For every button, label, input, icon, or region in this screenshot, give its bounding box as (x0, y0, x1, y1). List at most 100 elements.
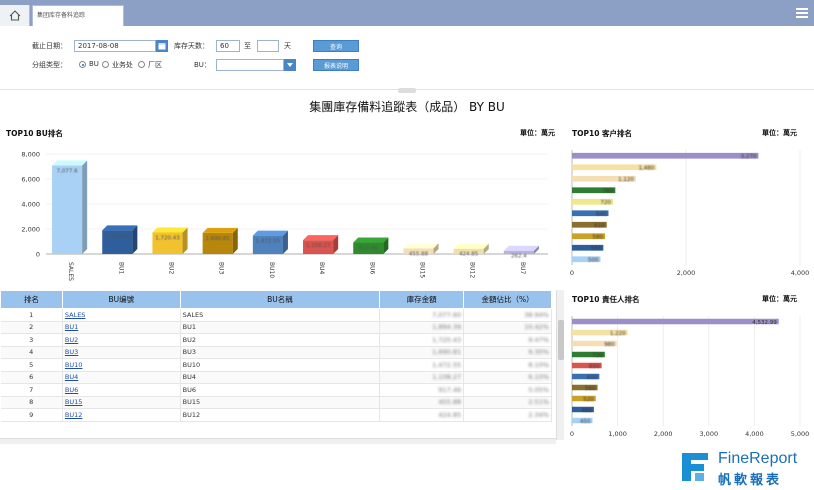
days-to-input[interactable] (257, 40, 279, 52)
bu-code-link[interactable]: BU6 (65, 386, 78, 394)
col-header-percent[interactable]: 金額佔比（%） (463, 290, 552, 309)
cell-bu-name: BU12 (180, 408, 381, 422)
bu-code-link[interactable]: BU4 (65, 373, 78, 381)
data-label: 610 (594, 223, 605, 229)
percent-value: 10.42% (524, 323, 549, 332)
cell-rank: 1 (0, 308, 63, 322)
data-label: 450 (580, 419, 591, 425)
col-header-amount[interactable]: 庫存金額 (379, 290, 465, 309)
table-row: 5 BU10 BU10 1,472.55 8.10% (0, 358, 552, 372)
customer-chart-title: TOP10 客户排名 (572, 129, 633, 138)
bu-chart-title: TOP10 BU排名 (6, 129, 63, 138)
bu-select-label: BU： (194, 61, 211, 69)
data-label: 1,480 (639, 166, 655, 172)
data-label: 1,120 (618, 177, 634, 183)
bar-sales (52, 165, 83, 254)
radio-factory-label: 厂区 (148, 61, 162, 69)
tab-inventory-tracking[interactable]: 集团库存备料追踪 (32, 5, 124, 26)
bu-code-link[interactable]: SALES (65, 311, 86, 319)
bu-select[interactable] (216, 59, 284, 71)
days-from-input[interactable]: 60 (216, 40, 240, 52)
table-row: 7 BU6 BU6 917.46 5.05% (0, 383, 552, 397)
x-tick-label: BU15 (419, 262, 426, 278)
hamburger-menu-icon[interactable] (796, 8, 808, 18)
bar-top (252, 230, 288, 236)
x-tick-label: 4,000 (791, 269, 810, 277)
cell-bu-name: BU15 (180, 396, 381, 409)
data-label: 455.88 (409, 251, 429, 257)
amount-value: 1,720.43 (432, 335, 462, 344)
bar-top (503, 245, 539, 251)
x-tick-label: 1,000 (608, 430, 627, 438)
table-vertical-scrollbar[interactable] (556, 290, 564, 440)
chevron-down-icon[interactable] (284, 59, 296, 71)
data-label: 650 (589, 364, 600, 370)
top-bar: 集团库存备料追踪 (0, 0, 814, 26)
finereport-logo: FineReport 帆軟報表 (678, 448, 810, 488)
col-header-rank[interactable]: 排名 (0, 290, 63, 309)
percent-value: 2.34% (528, 410, 549, 419)
data-label: 720 (592, 353, 603, 359)
data-label: 917.46 (359, 246, 379, 252)
date-input[interactable]: 2017-08-08 (74, 40, 156, 52)
bar (572, 152, 759, 159)
cell-bu-name: BU2 (180, 333, 381, 347)
percent-value: 9.47% (528, 335, 549, 344)
bar-side (132, 225, 138, 254)
cell-rank: 9 (0, 408, 63, 422)
finereport-logo-icon (682, 453, 708, 481)
cell-rank: 5 (0, 358, 63, 372)
bu-code-link[interactable]: BU12 (65, 411, 83, 419)
bu-code-link[interactable]: BU2 (65, 336, 78, 344)
report-description-button[interactable]: 报表说明 (313, 59, 359, 71)
table-row: 2 BU1 BU1 1,894.39 10.42% (0, 321, 552, 334)
radio-bu-label: BU (89, 60, 99, 68)
cell-amount: 917.46 (379, 383, 465, 397)
cell-bu-name: SALES (180, 308, 381, 322)
x-tick-label: BU2 (168, 262, 175, 275)
col-header-bu-code[interactable]: BU编號 (61, 290, 181, 309)
cell-bu-name: BU4 (180, 371, 381, 384)
report-title: 集團庫存備料追蹤表（成品） BY BU (309, 100, 505, 114)
percent-value: 38.94% (524, 310, 549, 319)
x-tick-label: 3,000 (699, 430, 718, 438)
calendar-icon[interactable] (156, 40, 168, 52)
bu-code-link[interactable]: BU15 (65, 398, 83, 406)
cell-bu-code: SALES (62, 308, 181, 322)
radio-bu[interactable] (79, 61, 86, 68)
bu-code-link[interactable]: BU10 (65, 361, 83, 369)
x-tick-label: BU10 (268, 262, 275, 278)
data-label: 7,077.6 (57, 169, 78, 175)
days-label: 库存天数： (174, 42, 209, 50)
data-label: 560 (585, 386, 596, 392)
data-label: 1,220 (610, 331, 626, 337)
amount-value: 1,894.39 (432, 323, 462, 332)
cell-percent: 38.94% (463, 308, 552, 322)
person-chart-title: TOP10 責任人排名 (572, 295, 640, 304)
table-horizontal-scrollbar[interactable] (0, 438, 556, 444)
bu-code-link[interactable]: BU1 (65, 323, 78, 331)
col-header-bu-name[interactable]: BU名稱 (179, 290, 381, 309)
table-row: 3 BU2 BU2 1,720.43 9.47% (0, 333, 552, 347)
data-label: 1,108.27 (306, 243, 331, 249)
bar-top (52, 160, 88, 166)
bu-bar-chart: 0 2,000 4,000 6,000 8,000 7,077.6 SALES 1,894.3… (21, 151, 548, 281)
radio-factory[interactable] (138, 61, 145, 68)
customer-bar-chart: 0 2,000 4,000 3,270 1,480 1,120 760 720 640 610 58… (570, 150, 810, 277)
x-tick-label: BU7 (519, 262, 526, 275)
cell-amount: 455.88 (379, 396, 465, 409)
x-tick-label: 2,000 (677, 269, 696, 277)
bar-top (303, 235, 339, 241)
cell-bu-code: BU10 (62, 358, 181, 372)
radio-office[interactable] (102, 61, 109, 68)
cell-bu-code: BU1 (62, 321, 181, 334)
bar-top (353, 237, 389, 243)
home-button[interactable] (0, 5, 30, 26)
cell-rank: 3 (0, 333, 63, 347)
collapse-handle[interactable] (398, 88, 416, 93)
data-label: 1,690.81 (205, 236, 230, 242)
bu-code-link[interactable]: BU3 (65, 348, 78, 356)
cell-bu-name: BU6 (180, 383, 381, 397)
percent-value: 8.10% (528, 360, 549, 369)
query-button[interactable]: 查询 (313, 40, 359, 52)
